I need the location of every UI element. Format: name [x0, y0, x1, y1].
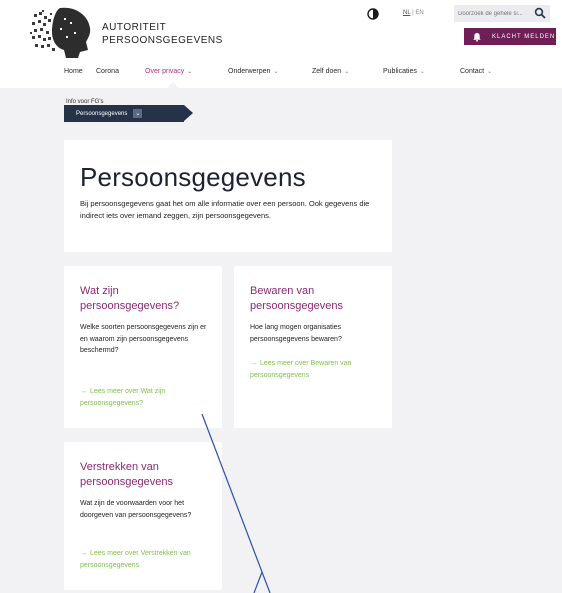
breadcrumb[interactable]: Persoonsgegevens ⌄	[64, 105, 193, 122]
active-nav-marker	[167, 82, 179, 88]
card-text: Welke soorten persoonsgegevens zijn er e…	[80, 324, 207, 354]
chevron-down-icon: ⌄	[487, 69, 493, 75]
nav-item-zelf-doen[interactable]: Zelf doen ⌄	[312, 68, 349, 75]
page-description: Bij persoonsgegevens gaat het om alle in…	[80, 199, 370, 220]
complaint-button[interactable]: KLACHT MELDEN	[464, 28, 556, 45]
card-title[interactable]: Bewaren van persoonsgegevens	[250, 284, 386, 314]
nav-item-publicaties[interactable]: Publicaties ⌄	[383, 68, 425, 75]
main-navigation: Home Corona Over privacy ⌄ Onderwerpen ⌄ Z…	[0, 66, 562, 82]
card-text: Wat zijn de voorwaarden voor het doorgev…	[80, 500, 192, 519]
search-icon[interactable]	[534, 7, 546, 19]
brand-name-line1: AUTORITEIT	[102, 22, 167, 33]
page-title: Persoonsgegevens	[80, 162, 306, 192]
breadcrumb-current: Persoonsgegevens	[76, 110, 128, 117]
card-read-more-link[interactable]: → Lees meer over Bewaren van persoonsgege…	[250, 358, 380, 381]
language-switch: NL | EN	[403, 10, 424, 16]
logo-icon[interactable]	[30, 4, 102, 60]
card-read-more-link[interactable]: → Lees meer over Wat zijn persoonsgegeven…	[80, 386, 210, 409]
card-title[interactable]: Wat zijn persoonsgegevens?	[80, 284, 216, 314]
complaint-button-label: KLACHT MELDEN	[492, 33, 556, 40]
bell-icon	[473, 32, 481, 42]
hero-card: Persoonsgegevens Bij persoonsgegevens ga…	[64, 140, 392, 252]
nav-item-contact[interactable]: Contact ⌄	[460, 68, 492, 75]
brand-name-line2: PERSOONSGEGEVENS	[102, 35, 223, 46]
nav-item-over-privacy[interactable]: Over privacy ⌄	[145, 68, 192, 75]
search-box	[454, 5, 550, 22]
chevron-down-icon: ⌄	[273, 69, 279, 75]
arrow-right-icon: →	[80, 388, 87, 395]
card-text: Hoe lang mogen organisaties persoonsgege…	[250, 324, 342, 343]
card-title[interactable]: Verstrekken van persoonsgegevens	[80, 460, 216, 490]
topic-card: Bewaren van persoonsgegevens Hoe lang mo…	[234, 266, 392, 428]
arrow-right-icon: →	[80, 550, 87, 557]
chevron-down-icon: ⌄	[344, 69, 350, 75]
contrast-icon[interactable]	[367, 8, 379, 20]
chevron-down-icon: ⌄	[133, 109, 143, 118]
chevron-down-icon: ⌄	[419, 69, 425, 75]
topic-card: Wat zijn persoonsgegevens? Welke soorten…	[64, 266, 222, 428]
topic-card: Verstrekken van persoonsgegevens Wat zij…	[64, 442, 222, 590]
nav-item-corona[interactable]: Corona	[96, 68, 119, 75]
arrow-right-icon: →	[250, 360, 257, 367]
card-read-more-link[interactable]: → Lees meer over Verstrekken van persoons…	[80, 548, 210, 571]
nav-item-onderwerpen[interactable]: Onderwerpen ⌄	[228, 68, 278, 75]
nav-item-home[interactable]: Home	[64, 68, 83, 75]
lang-en-link[interactable]: EN	[415, 10, 423, 16]
search-input[interactable]	[458, 7, 532, 20]
chevron-down-icon: ⌄	[187, 69, 193, 75]
